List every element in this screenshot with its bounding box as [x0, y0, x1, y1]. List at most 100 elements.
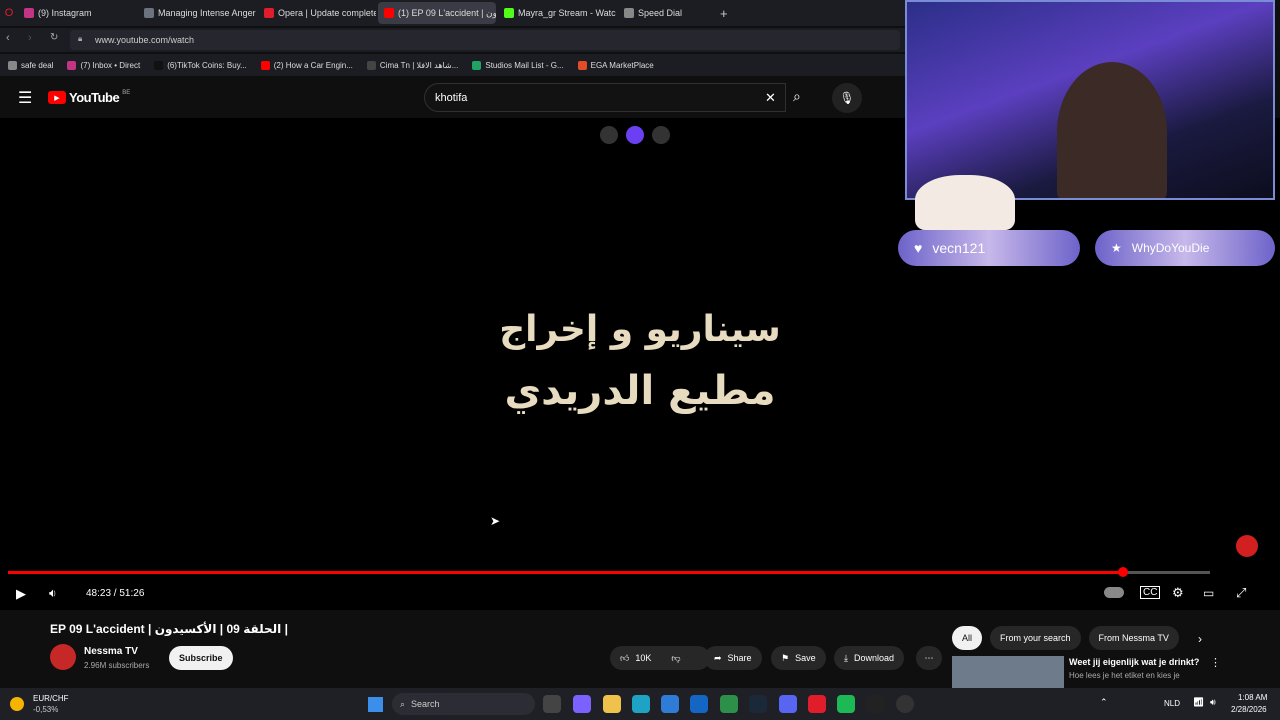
obs-icon[interactable] — [896, 695, 914, 713]
opera-menu-icon[interactable]: O — [0, 7, 18, 19]
url-text: www.youtube.com/watch — [95, 35, 195, 45]
captions-icon[interactable]: CC — [1140, 586, 1161, 599]
recommended-subtitle: Hoe lees je het etiket en kies je — [1069, 671, 1180, 680]
save-label: Save — [795, 653, 816, 663]
share-label: Share — [727, 653, 752, 663]
new-tab-button[interactable]: + — [720, 6, 728, 21]
edge-icon[interactable] — [632, 695, 650, 713]
follower-alert-right: ★ WhyDoYouDie — [1095, 230, 1275, 266]
discord-icon[interactable] — [779, 695, 797, 713]
spotify-icon[interactable] — [837, 695, 855, 713]
browser-tab[interactable]: Opera | Update complete — [258, 2, 376, 24]
back-icon[interactable]: ‹ — [6, 32, 10, 44]
forward-icon[interactable]: › — [28, 32, 32, 44]
bookmark-item[interactable]: (7) Inbox • Direct — [67, 60, 140, 70]
file-explorer-icon[interactable] — [603, 695, 621, 713]
tray-chevron-icon[interactable]: ⌃ — [1100, 697, 1108, 708]
browser-tab[interactable]: Managing Intense Anger — [138, 2, 256, 24]
play-button[interactable]: ▶ — [16, 586, 26, 602]
share-button[interactable]: ➦ Share — [704, 646, 762, 670]
xbox-icon[interactable] — [720, 695, 738, 713]
capcut-icon[interactable] — [866, 695, 884, 713]
channel-watermark-icon[interactable] — [1236, 535, 1258, 557]
steam-icon[interactable] — [749, 695, 767, 713]
url-field[interactable]: 🔒︎ www.youtube.com/watch — [70, 30, 900, 50]
search-input[interactable]: khotifa ✕ — [424, 83, 786, 112]
streamer-webcam-image — [1057, 62, 1167, 198]
clock-time[interactable]: 1:08 AM — [1238, 693, 1267, 702]
subscribe-button[interactable]: Subscribe — [169, 646, 233, 670]
start-icon[interactable] — [368, 697, 383, 712]
browser-tab[interactable]: (1) EP 09 L'accident | بدون — [378, 2, 496, 24]
credit-line-1: سيناريو و إخراج — [499, 309, 781, 350]
taskbar-search[interactable]: ⌕ Search — [392, 693, 535, 715]
logo-text: YouTube — [69, 90, 120, 105]
outlook-icon[interactable] — [690, 695, 708, 713]
microphone-icon[interactable]: 🎙︎ — [832, 83, 862, 113]
tab-label: Managing Intense Anger — [158, 8, 256, 18]
opera-icon[interactable] — [808, 695, 826, 713]
ai-sparkle-icon[interactable] — [626, 126, 644, 144]
search-icon[interactable]: ⌕ — [793, 88, 801, 105]
like-button[interactable]: 👍︎ 10K 👎︎ — [610, 646, 710, 670]
star-icon: ★ — [1111, 241, 1122, 255]
bookmark-item[interactable]: (6)TikTok Coins: Buy... — [154, 60, 247, 70]
bookmark-favicon-icon — [366, 60, 376, 70]
filter-chip[interactable]: From your search — [990, 626, 1081, 650]
menu-icon[interactable]: ☰ — [18, 88, 32, 108]
channel-name[interactable]: Nessma TV — [84, 646, 138, 657]
bookmark-item[interactable]: (2) How a Car Engin... — [260, 60, 353, 70]
miniplayer-icon[interactable] — [600, 126, 618, 144]
save-button[interactable]: ⚑ Save — [771, 646, 826, 670]
bookmark-favicon-icon — [472, 60, 482, 70]
bookmark-label: Studios Mail List - G... — [485, 60, 564, 70]
tab-favicon-icon — [504, 8, 514, 18]
chips-next-icon[interactable]: › — [1198, 632, 1202, 646]
more-actions-button[interactable]: ⋯ — [916, 646, 942, 670]
bookmark-item[interactable]: safe deal — [8, 60, 53, 70]
bookmark-favicon-icon — [67, 60, 77, 70]
download-button[interactable]: ⤓ Download — [834, 646, 905, 670]
alert-right-name: WhyDoYouDie — [1131, 241, 1210, 255]
tab-favicon-icon — [624, 8, 634, 18]
browser-tab[interactable]: (9) Instagram — [18, 2, 136, 24]
bookmark-item[interactable]: Cima Tn | شاهد الافلا... — [366, 60, 458, 70]
region-code: BE — [122, 89, 131, 96]
progress-bar[interactable] — [8, 567, 1210, 577]
filter-chip[interactable]: From Nessma TV — [1088, 626, 1179, 650]
ticker-change: -0,53% — [33, 705, 59, 714]
speaker-icon[interactable]: 🔊︎ — [1210, 697, 1216, 708]
copilot-icon[interactable] — [573, 695, 591, 713]
recommended-title[interactable]: Weet jij eigenlijk wat je drinkt? — [1069, 657, 1199, 667]
channel-avatar[interactable] — [50, 644, 76, 670]
language-indicator[interactable]: NLD — [1164, 699, 1180, 708]
recommended-menu-icon[interactable]: ⋮ — [1210, 656, 1221, 669]
youtube-logo[interactable]: ▶ YouTube BE — [48, 90, 130, 105]
thumbs-down-icon[interactable]: 👎︎ — [671, 653, 680, 664]
heart-icon: ♥ — [914, 240, 923, 256]
wifi-icon[interactable]: 📶︎ — [1193, 697, 1204, 708]
reload-icon[interactable]: ↻ — [50, 32, 58, 43]
browser-tab-strip: O (9) Instagram Managing Intense Anger Ope… — [0, 0, 905, 26]
store-icon[interactable] — [661, 695, 679, 713]
settings-icon[interactable]: ⚙ — [1172, 585, 1184, 601]
fullscreen-icon[interactable]: ⤢ — [1236, 585, 1246, 601]
autoplay-toggle[interactable] — [1104, 587, 1124, 598]
filter-chip[interactable]: All — [952, 626, 983, 650]
task-view-icon[interactable] — [543, 695, 561, 713]
filter-chips: All From your search From Nessma TV — [952, 626, 1179, 650]
tab-favicon-icon — [144, 8, 154, 18]
browser-tab[interactable]: Speed Dial — [618, 2, 708, 24]
webcam-overlay — [905, 0, 1275, 200]
video-credits-overlay: سيناريو و إخراج مطيع الدريدي — [440, 300, 840, 422]
bookmark-item[interactable]: Studios Mail List - G... — [472, 60, 564, 70]
theater-mode-icon[interactable]: ▭ — [1203, 586, 1214, 600]
ticker-name[interactable]: EUR/CHF — [33, 694, 69, 703]
skip-next-icon[interactable] — [652, 126, 670, 144]
browser-tab[interactable]: Mayra_gr Stream - Watch — [498, 2, 616, 24]
recommended-thumbnail[interactable] — [952, 656, 1064, 688]
clear-search-icon[interactable]: ✕ — [765, 90, 776, 106]
bookmark-item[interactable]: EGA MarketPlace — [577, 60, 654, 70]
volume-icon[interactable]: 🔉︎ — [49, 586, 57, 601]
tab-label: (1) EP 09 L'accident | بدون — [398, 7, 496, 18]
